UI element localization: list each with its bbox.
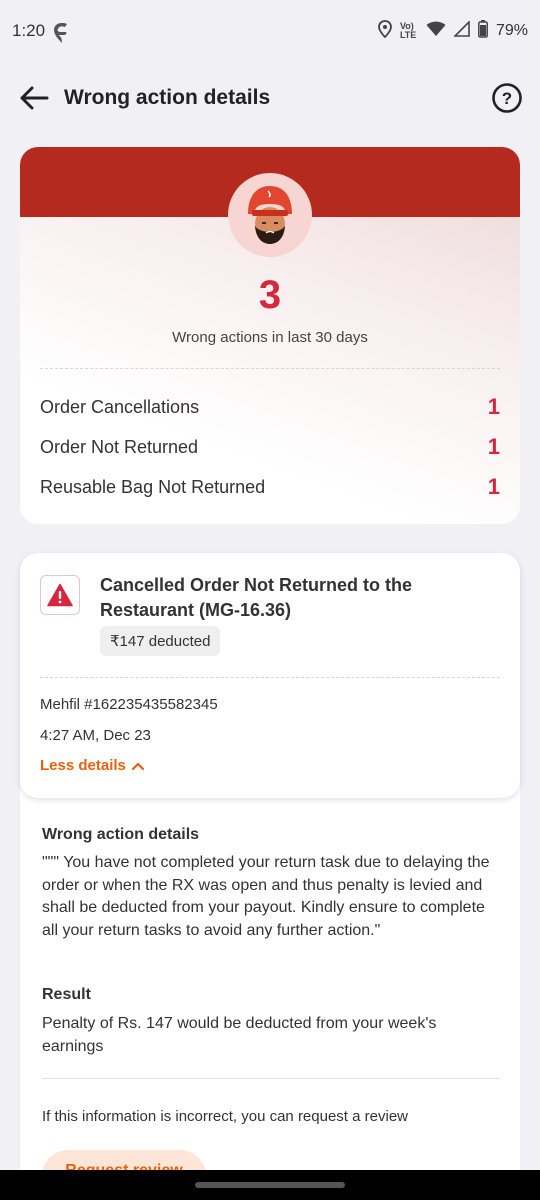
summary-card: 3 Wrong actions in last 30 days Order Ca… (20, 147, 520, 524)
warning-icon (47, 583, 73, 607)
system-nav-bar (0, 1170, 540, 1200)
chevron-up-icon (131, 762, 144, 770)
stat-value: 1 (487, 434, 500, 459)
divider (40, 368, 500, 369)
location-icon (378, 19, 392, 43)
volte-icon: Vo) LTE (399, 21, 417, 40)
order-time: 4:27 AM, Dec 23 (40, 727, 151, 744)
order-card: Cancelled Order Not Returned to the Rest… (20, 553, 520, 798)
wifi-icon (426, 21, 446, 42)
delivery-partner-avatar-icon (248, 186, 292, 244)
stat-row-order-not-returned: Order Not Returned 1 (40, 434, 500, 460)
svg-text:?: ? (502, 89, 512, 108)
app-bar: Wrong action details ? (0, 70, 540, 126)
warning-icon-box (40, 575, 80, 615)
back-button[interactable] (16, 80, 52, 116)
order-id: Mehfil #162235435582345 (40, 696, 218, 713)
status-bar: 1:20 Vo) LTE 79% (0, 0, 540, 62)
stat-label: Order Not Returned (40, 436, 199, 457)
stat-label: Order Cancellations (40, 396, 200, 417)
details-heading: Wrong action details (42, 826, 200, 843)
stat-row-reusable-bag-not-returned: Reusable Bag Not Returned 1 (40, 474, 500, 500)
home-gesture-pill[interactable] (195, 1182, 345, 1188)
status-time: 1:20 (12, 21, 46, 40)
back-arrow-icon (20, 86, 49, 110)
details-panel: Wrong action details """ You have not co… (20, 780, 520, 1200)
avatar (228, 173, 312, 257)
stat-value: 1 (487, 394, 500, 419)
less-details-label: Less details (40, 757, 126, 774)
page-title: Wrong action details (64, 86, 271, 109)
help-circle-icon: ? (492, 83, 522, 113)
result-heading: Result (42, 986, 91, 1003)
stat-label: Reusable Bag Not Returned (40, 476, 266, 497)
result-text: Penalty of Rs. 147 would be deducted fro… (42, 1015, 437, 1055)
help-button[interactable]: ? (490, 81, 524, 115)
deducted-amount-chip: ₹147 deducted (100, 626, 221, 656)
stat-value: 1 (487, 474, 500, 499)
divider (42, 1078, 500, 1079)
review-note: If this information is incorrect, you ca… (42, 1108, 408, 1125)
battery-icon (478, 19, 488, 43)
order-title: Cancelled Order Not Returned to the Rest… (100, 575, 413, 620)
wrong-action-count: 3 (258, 273, 282, 317)
less-details-button[interactable]: Less details (40, 757, 145, 774)
wrong-action-count-label: Wrong actions in last 30 days (172, 329, 368, 346)
stat-row-order-cancellations: Order Cancellations 1 (40, 394, 500, 420)
swiggy-logo-icon (53, 22, 71, 43)
battery-percent: 79% (495, 22, 528, 39)
signal-icon (453, 19, 470, 42)
divider (40, 677, 500, 678)
details-text: """ You have not completed your return t… (42, 854, 490, 939)
